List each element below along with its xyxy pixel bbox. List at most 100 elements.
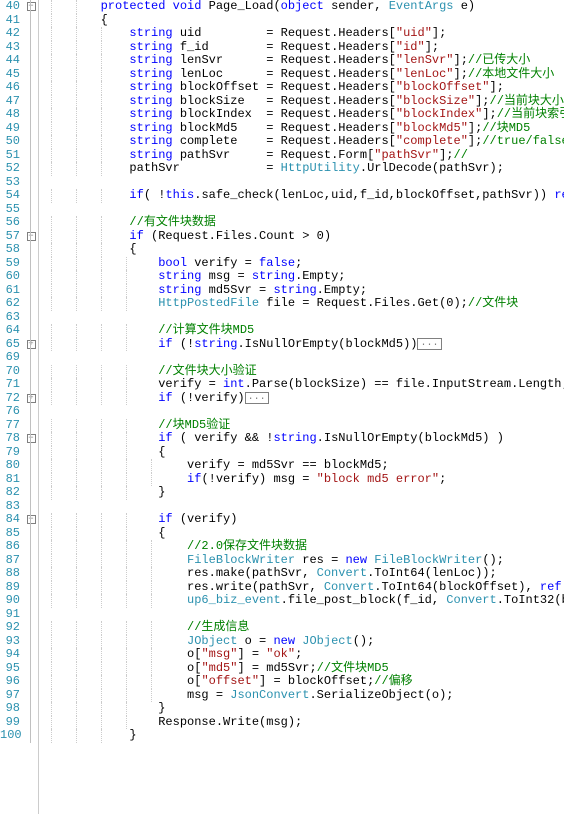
code-area[interactable]: protected void Page_Load(object sender, …: [39, 0, 564, 814]
code-line[interactable]: res.write(pathSvr, Convert.ToInt64(block…: [43, 581, 564, 595]
fold-column[interactable]: [24, 351, 38, 365]
fold-column[interactable]: [24, 216, 38, 230]
fold-column[interactable]: [24, 189, 38, 203]
fold-column[interactable]: [24, 27, 38, 41]
fold-column[interactable]: [24, 729, 38, 743]
code-line[interactable]: string blockIndex = Request.Headers["blo…: [43, 108, 564, 122]
code-line[interactable]: string md5Svr = string.Empty;: [43, 284, 564, 298]
fold-ellipsis[interactable]: ...: [417, 338, 441, 350]
fold-column[interactable]: [24, 419, 38, 433]
fold-column[interactable]: [24, 527, 38, 541]
code-line[interactable]: string uid = Request.Headers["uid"];: [43, 27, 564, 41]
fold-column[interactable]: [24, 243, 38, 257]
fold-column[interactable]: −: [24, 513, 38, 527]
fold-column[interactable]: [24, 378, 38, 392]
fold-column[interactable]: [24, 648, 38, 662]
code-line[interactable]: o["msg"] = "ok";: [43, 648, 564, 662]
code-line[interactable]: string msg = string.Empty;: [43, 270, 564, 284]
code-line[interactable]: string lenSvr = Request.Headers["lenSvr"…: [43, 54, 564, 68]
fold-column[interactable]: [24, 68, 38, 82]
fold-column[interactable]: [24, 365, 38, 379]
fold-column[interactable]: [24, 581, 38, 595]
fold-column[interactable]: [24, 14, 38, 28]
code-line[interactable]: JObject o = new JObject();: [43, 635, 564, 649]
fold-ellipsis[interactable]: ...: [245, 392, 269, 404]
code-line[interactable]: //块MD5验证: [43, 419, 564, 433]
fold-column[interactable]: [24, 122, 38, 136]
code-line[interactable]: msg = JsonConvert.SerializeObject(o);: [43, 689, 564, 703]
code-line[interactable]: if( !this.safe_check(lenLoc,uid,f_id,blo…: [43, 189, 564, 203]
fold-column[interactable]: −: [24, 0, 38, 14]
fold-column[interactable]: [24, 284, 38, 298]
code-line[interactable]: string pathSvr = Request.Form["pathSvr"]…: [43, 149, 564, 163]
fold-column[interactable]: [24, 662, 38, 676]
code-line[interactable]: string blockSize = Request.Headers["bloc…: [43, 95, 564, 109]
code-line[interactable]: string blockMd5 = Request.Headers["block…: [43, 122, 564, 136]
fold-column[interactable]: [24, 473, 38, 487]
fold-column[interactable]: [24, 405, 38, 419]
fold-column[interactable]: [24, 135, 38, 149]
code-line[interactable]: [43, 203, 564, 217]
fold-column[interactable]: [24, 270, 38, 284]
fold-column[interactable]: [24, 54, 38, 68]
fold-column[interactable]: [24, 95, 38, 109]
code-line[interactable]: protected void Page_Load(object sender, …: [43, 0, 564, 14]
fold-column[interactable]: +: [24, 392, 38, 406]
code-line[interactable]: {: [43, 14, 564, 28]
code-line[interactable]: up6_biz_event.file_post_block(f_id, Conv…: [43, 594, 564, 608]
code-line[interactable]: if ( verify && !string.IsNullOrEmpty(blo…: [43, 432, 564, 446]
code-line[interactable]: [43, 351, 564, 365]
code-line[interactable]: string blockOffset = Request.Headers["bl…: [43, 81, 564, 95]
code-line[interactable]: [43, 405, 564, 419]
fold-column[interactable]: [24, 486, 38, 500]
fold-column[interactable]: −: [24, 230, 38, 244]
fold-column[interactable]: [24, 149, 38, 163]
code-line[interactable]: FileBlockWriter res = new FileBlockWrite…: [43, 554, 564, 568]
code-line[interactable]: verify = md5Svr == blockMd5;: [43, 459, 564, 473]
fold-column[interactable]: [24, 162, 38, 176]
code-line[interactable]: if (verify): [43, 513, 564, 527]
fold-column[interactable]: [24, 540, 38, 554]
code-line[interactable]: {: [43, 446, 564, 460]
code-line[interactable]: }: [43, 702, 564, 716]
fold-collapse-icon[interactable]: −: [27, 2, 36, 11]
fold-collapse-icon[interactable]: −: [27, 515, 36, 524]
code-line[interactable]: o["offset"] = blockOffset;//偏移: [43, 675, 564, 689]
fold-column[interactable]: [24, 621, 38, 635]
code-line[interactable]: //2.0保存文件块数据: [43, 540, 564, 554]
fold-column[interactable]: [24, 297, 38, 311]
code-line[interactable]: verify = int.Parse(blockSize) == file.In…: [43, 378, 564, 392]
code-line[interactable]: string lenLoc = Request.Headers["lenLoc"…: [43, 68, 564, 82]
code-line[interactable]: if (!verify)...: [43, 392, 564, 406]
code-line[interactable]: bool verify = false;: [43, 257, 564, 271]
code-line[interactable]: if (Request.Files.Count > 0): [43, 230, 564, 244]
fold-column[interactable]: [24, 459, 38, 473]
fold-column[interactable]: [24, 554, 38, 568]
fold-column[interactable]: [24, 716, 38, 730]
fold-expand-icon[interactable]: +: [27, 394, 36, 403]
code-line[interactable]: }: [43, 486, 564, 500]
code-line[interactable]: if(!verify) msg = "block md5 error";: [43, 473, 564, 487]
code-line[interactable]: {: [43, 527, 564, 541]
code-line[interactable]: [43, 176, 564, 190]
code-line[interactable]: res.make(pathSvr, Convert.ToInt64(lenLoc…: [43, 567, 564, 581]
code-line[interactable]: //文件块大小验证: [43, 365, 564, 379]
fold-column[interactable]: [24, 689, 38, 703]
fold-column[interactable]: +: [24, 338, 38, 352]
fold-column[interactable]: [24, 324, 38, 338]
code-line[interactable]: }: [43, 729, 564, 743]
fold-column[interactable]: [24, 635, 38, 649]
code-line[interactable]: HttpPostedFile file = Request.Files.Get(…: [43, 297, 564, 311]
code-line[interactable]: Response.Write(msg);: [43, 716, 564, 730]
fold-column[interactable]: [24, 675, 38, 689]
fold-column[interactable]: [24, 594, 38, 608]
fold-column[interactable]: [24, 176, 38, 190]
code-line[interactable]: string f_id = Request.Headers["id"];: [43, 41, 564, 55]
fold-column[interactable]: [24, 500, 38, 514]
fold-column[interactable]: [24, 567, 38, 581]
fold-collapse-icon[interactable]: −: [27, 232, 36, 241]
code-line[interactable]: //计算文件块MD5: [43, 324, 564, 338]
fold-collapse-icon[interactable]: −: [27, 434, 36, 443]
code-line[interactable]: if (!string.IsNullOrEmpty(blockMd5))...: [43, 338, 564, 352]
code-line[interactable]: [43, 500, 564, 514]
